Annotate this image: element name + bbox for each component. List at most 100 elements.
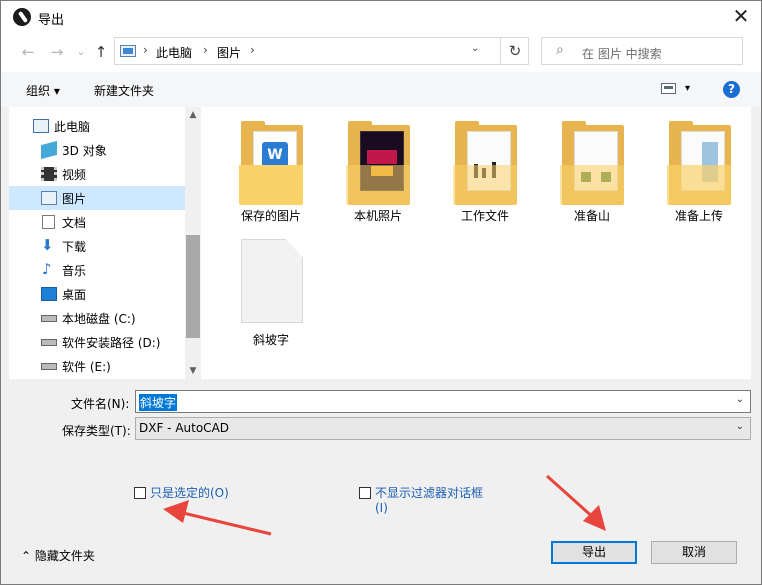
filetype-label: 保存类型(T):: [62, 424, 131, 438]
chevron-up-icon: ⌃: [21, 549, 32, 563]
folder-icon: [346, 121, 410, 205]
help-icon[interactable]: ?: [723, 81, 740, 98]
breadcrumb-separator: ›: [143, 43, 148, 57]
nav-item-label: 桌面: [62, 288, 87, 302]
hide-folders-toggle[interactable]: ⌃ 隐藏文件夹: [21, 547, 95, 564]
nav-item-3d-objects[interactable]: 3D 对象: [9, 138, 185, 162]
annotation-arrow-line: [178, 510, 272, 536]
annotation-arrow-line: [545, 474, 597, 521]
file-name: 斜坡字: [252, 333, 289, 347]
filetype-value: DXF - AutoCAD: [139, 421, 230, 435]
nav-item-pictures[interactable]: 图片: [9, 186, 185, 210]
nav-item-this-pc[interactable]: 此电脑: [9, 114, 185, 138]
recent-locations-icon[interactable]: ⌄: [71, 42, 91, 62]
hide-folders-label: 隐藏文件夹: [34, 549, 95, 563]
folder-item[interactable]: 准备上传: [649, 115, 749, 225]
nav-item-drive-e[interactable]: 软件 (E:): [9, 354, 185, 378]
folder-icon: [667, 121, 731, 205]
search-input[interactable]: 在 图片 中搜索: [582, 45, 662, 62]
breadcrumb-separator: ›: [203, 43, 208, 57]
filename-field[interactable]: 斜坡字 ⌄: [135, 390, 751, 413]
close-button[interactable]: ✕: [730, 5, 752, 27]
nav-item-label: 此电脑: [54, 120, 91, 134]
filetype-select[interactable]: DXF - AutoCAD ⌄: [135, 417, 751, 440]
view-options-arrow[interactable]: ▾: [685, 83, 690, 94]
drive-icon: [41, 363, 57, 370]
nav-item-downloads[interactable]: ⬇ 下载: [9, 234, 185, 258]
nav-item-documents[interactable]: 文档: [9, 210, 185, 234]
drive-icon: [41, 339, 57, 346]
save-fields: 文件名(N): 斜坡字 ⌄ 保存类型(T): DXF - AutoCAD ⌄: [9, 379, 753, 463]
folder-icon: [453, 121, 517, 205]
selected-only-label[interactable]: 只是选定的(O): [150, 484, 229, 501]
nav-item-label: 图片: [62, 192, 87, 206]
no-filter-dialog-label[interactable]: 不显示过滤器对话框: [375, 484, 483, 501]
scrollbar-thumb[interactable]: [186, 235, 200, 338]
filename-input[interactable]: 斜坡字: [139, 394, 178, 411]
breadcrumb-this-pc[interactable]: 此电脑: [156, 44, 192, 61]
back-icon[interactable]: ←: [18, 42, 38, 62]
nav-scrollbar[interactable]: ▲ ▼: [185, 107, 201, 379]
nav-item-label: 本地磁盘 (C:): [62, 312, 136, 326]
address-bar[interactable]: › 此电脑 › 图片 › ⌄ ↻: [114, 37, 529, 65]
download-icon: ⬇: [41, 236, 54, 254]
nav-item-label: 下载: [62, 240, 87, 254]
command-bar: 组织 ▾ 新建文件夹 ▾: [1, 72, 761, 107]
folder-item[interactable]: 准备山: [542, 115, 642, 225]
chevron-down-icon[interactable]: ⌄: [471, 43, 479, 54]
app-icon: [13, 8, 31, 26]
selected-only-checkbox[interactable]: [134, 487, 146, 499]
cancel-button[interactable]: 取消: [651, 541, 737, 564]
folder-item[interactable]: W 保存的图片: [221, 115, 321, 225]
annotation-arrowhead: [583, 505, 606, 531]
pictures-icon: [41, 191, 57, 205]
nav-item-label: 视频: [62, 168, 87, 182]
blank-file-icon: [241, 239, 303, 323]
nav-item-videos[interactable]: 视频: [9, 162, 185, 186]
folder-icon: W: [239, 121, 303, 205]
music-icon: ♪: [42, 260, 52, 278]
export-dialog: 导出 ✕ ← → ⌄ ↑ › 此电脑 › 图片 › ⌄ ↻ ⌕ 在 图片 中搜索…: [0, 0, 762, 585]
no-filter-dialog-checkbox[interactable]: [359, 487, 371, 499]
no-filter-dialog-label-hotkey[interactable]: (I): [375, 501, 388, 515]
folder-item[interactable]: 本机照片: [328, 115, 428, 225]
search-icon: ⌕: [556, 42, 564, 58]
computer-icon: [33, 119, 49, 133]
drive-icon: [41, 315, 57, 322]
nav-item-label: 文档: [62, 216, 87, 230]
organize-menu[interactable]: 组织 ▾: [26, 82, 60, 99]
file-name: 准备山: [573, 209, 610, 223]
refresh-button[interactable]: ↻: [500, 38, 529, 64]
scroll-up-icon[interactable]: ▲: [185, 107, 201, 123]
breadcrumb-separator[interactable]: ›: [250, 43, 255, 57]
scroll-down-icon[interactable]: ▼: [185, 363, 201, 379]
view-icon[interactable]: [661, 83, 676, 94]
document-icon: [42, 215, 55, 229]
navigation-pane: 此电脑 3D 对象 视频 图片 文档 ⬇ 下载 ♪ 音乐 桌面 本地磁盘 (C:…: [9, 107, 201, 379]
navigation-bar: ← → ⌄ ↑ › 此电脑 › 图片 › ⌄ ↻ ⌕ 在 图片 中搜索: [1, 32, 761, 72]
nav-item-desktop[interactable]: 桌面: [9, 282, 185, 306]
up-icon[interactable]: ↑: [91, 42, 111, 62]
nav-item-music[interactable]: ♪ 音乐: [9, 258, 185, 282]
file-name: 本机照片: [353, 209, 402, 223]
desktop-icon: [41, 287, 57, 301]
chevron-down-icon[interactable]: ⌄: [736, 394, 744, 405]
file-name: 准备上传: [674, 209, 723, 223]
nav-item-label: 音乐: [62, 264, 87, 278]
file-name: 保存的图片: [240, 209, 301, 223]
forward-icon[interactable]: →: [47, 42, 67, 62]
new-folder-button[interactable]: 新建文件夹: [94, 82, 154, 99]
nav-item-drive-c[interactable]: 本地磁盘 (C:): [9, 306, 185, 330]
search-box[interactable]: ⌕ 在 图片 中搜索: [541, 37, 743, 65]
title-bar: 导出 ✕: [1, 1, 761, 32]
export-button[interactable]: 导出: [551, 541, 637, 564]
file-name: 工作文件: [460, 209, 509, 223]
breadcrumb-pictures[interactable]: 图片: [217, 44, 241, 61]
file-item[interactable]: 斜坡字: [221, 239, 321, 349]
folder-item[interactable]: 工作文件: [435, 115, 535, 225]
chevron-down-icon[interactable]: ⌄: [736, 421, 744, 432]
nav-item-drive-d[interactable]: 软件安装路径 (D:): [9, 330, 185, 354]
nav-item-label: 软件安装路径 (D:): [62, 336, 161, 350]
nav-item-label: 3D 对象: [62, 144, 107, 158]
filename-label: 文件名(N):: [71, 397, 130, 411]
